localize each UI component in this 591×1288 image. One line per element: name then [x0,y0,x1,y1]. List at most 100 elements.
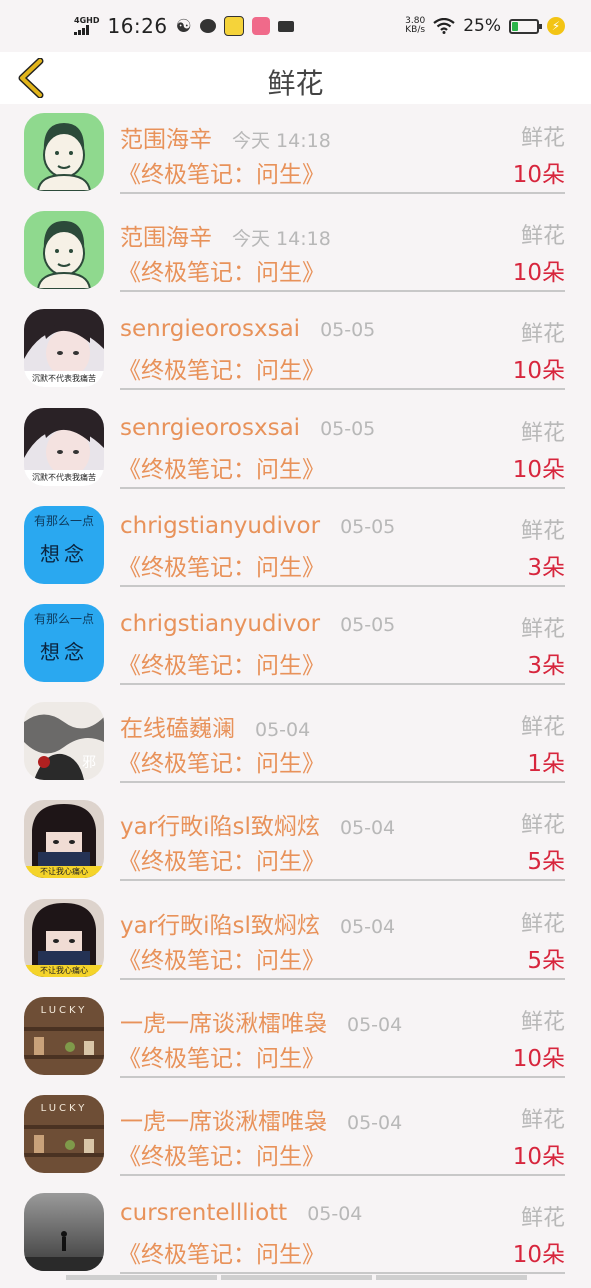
user-nickname[interactable]: senrgieorosxsai [120,316,300,342]
divider [120,584,565,587]
timestamp: 05-05 [340,515,396,538]
chat-bubble-icon [199,19,216,33]
flower-count: 10朵 [512,358,565,385]
gift-type: 鲜花 [520,715,565,741]
list-item[interactable]: 不让我心痛心 yar行畋i陷sl致焖炫 05-04 鲜花 《终极笔记：问生》 5… [0,896,591,994]
net-speed-unit: KB/s [405,25,426,35]
clock: 16:26 [107,14,168,38]
avatar-caption-main: 想念 [40,541,88,566]
user-nickname[interactable]: 范围海辛 [120,120,212,154]
timestamp: 05-04 [255,719,311,742]
book-title[interactable]: 《终极笔记：问生》 [118,155,325,189]
avatar[interactable]: 有那么一点 想念 [24,505,104,584]
avatar[interactable] [24,211,104,290]
list-item[interactable]: LUCKY 一虎一席谈湫檑唯袅 05-04 鲜花 《终极笔记：问生》 10朵 [0,1092,591,1190]
user-nickname[interactable]: 在线磕巍澜 [120,709,235,743]
avatar-caption: LUCKY [40,1004,88,1016]
timestamp: 05-04 [347,1111,403,1134]
timestamp: 05-04 [347,1013,403,1036]
flower-count: 10朵 [512,260,565,287]
item-header: 一虎一席谈湫檑唯袅 05-04 [120,1004,402,1038]
page-title: 鲜花 [267,67,324,100]
book-title[interactable]: 《终极笔记：问生》 [118,351,325,385]
gift-type: 鲜花 [520,1206,565,1232]
flower-count: 10朵 [512,1143,565,1170]
book-title[interactable]: 《终极笔记：问生》 [118,450,325,484]
signal-icon [74,25,89,35]
book-title[interactable]: 《终极笔记：问生》 [118,1137,325,1171]
gift-type: 鲜花 [520,224,565,250]
gift-type: 鲜花 [520,126,565,151]
item-header: 范围海辛 今天 14:18 [120,120,331,154]
user-nickname[interactable]: chrigstianyudivor [120,513,320,539]
avatar-caption-main: 想念 [40,639,88,664]
battery-percent: 25% [463,16,501,36]
list-item[interactable]: 邪 在线磕巍澜 05-04 鲜花 《终极笔记：问生》 1朵 [0,699,591,797]
avatar[interactable]: 有那么一点 想念 [24,603,104,682]
book-title[interactable]: 《终极笔记：问生》 [118,744,325,778]
network-indicator: 4GHD [74,17,99,35]
avatar[interactable]: 沉默不代表我痛苦 [24,309,104,388]
avatar[interactable]: 不让我心痛心 [24,800,104,879]
list-item[interactable]: 有那么一点 想念 chrigstianyudivor 05-05 鲜花 《终极笔… [0,601,591,699]
avatar-caption-top: 有那么一点 [33,611,94,626]
list-item[interactable]: 有那么一点 想念 chrigstianyudivor 05-05 鲜花 《终极笔… [0,503,591,601]
avatar[interactable]: 邪 [24,702,104,781]
book-title[interactable]: 《终极笔记：问生》 [118,1235,325,1269]
list-item[interactable]: 沉默不代表我痛苦 senrgieorosxsai 05-05 鲜花 《终极笔记：… [0,405,591,503]
book-title[interactable]: 《终极笔记：问生》 [118,1039,325,1073]
divider [120,388,565,391]
avatar-caption: 邪 [82,755,96,772]
list-item[interactable]: 范围海辛 今天 14:18 鲜花 《终极笔记：问生》 10朵 [0,208,591,306]
timestamp: 今天 14:18 [232,130,331,152]
item-header: 一虎一席谈湫檑唯袅 05-04 [120,1102,402,1136]
user-nickname[interactable]: cursrentellliott [120,1200,287,1226]
avatar[interactable]: 沉默不代表我痛苦 [24,407,104,486]
user-nickname[interactable]: senrgieorosxsai [120,415,300,441]
user-nickname[interactable]: 一虎一席谈湫檑唯袅 [120,1102,327,1136]
timestamp: 05-05 [320,417,376,440]
avatar[interactable]: LUCKY [24,1094,104,1173]
list-item[interactable]: LUCKY 一虎一席谈湫檑唯袅 05-04 鲜花 《终极笔记：问生》 10朵 [0,994,591,1092]
battery-icon [509,18,542,34]
book-title[interactable]: 《终极笔记：问生》 [118,253,325,287]
item-header: senrgieorosxsai 05-05 [120,316,375,342]
item-header: yar行畋i陷sl致焖炫 05-04 [120,807,395,841]
avatar[interactable] [24,1193,104,1272]
flower-count: 10朵 [512,456,565,483]
book-title[interactable]: 《终极笔记：问生》 [118,646,325,680]
flower-count: 1朵 [527,751,565,778]
avatar[interactable]: 不让我心痛心 [24,898,104,977]
avatar-caption: LUCKY [40,1102,88,1114]
title-bar: 鲜花 [0,52,591,104]
avatar-caption: 不让我心痛心 [40,965,88,975]
user-nickname[interactable]: yar行畋i陷sl致焖炫 [120,807,320,841]
item-header: cursrentellliott 05-04 [120,1200,362,1226]
user-nickname[interactable]: chrigstianyudivor [120,611,320,637]
gift-type: 鲜花 [520,322,565,348]
flower-count: 3朵 [527,554,565,581]
list-item[interactable]: 沉默不代表我痛苦 senrgieorosxsai 05-05 鲜花 《终极笔记：… [0,306,591,404]
avatar-caption: 不让我心痛心 [40,867,88,877]
list-item[interactable]: 范围海辛 今天 14:18 鲜花 《终极笔记：问生》 10朵 [0,110,591,208]
book-title[interactable]: 《终极笔记：问生》 [118,548,325,582]
flower-count: 10朵 [512,1045,565,1072]
flower-count: 10朵 [512,1242,565,1269]
avatar[interactable] [24,113,104,191]
book-title[interactable]: 《终极笔记：问生》 [118,842,325,876]
avatar[interactable]: LUCKY [24,996,104,1075]
user-nickname[interactable]: 一虎一席谈湫檑唯袅 [120,1004,327,1038]
gift-type: 鲜花 [520,518,565,544]
list-item[interactable]: 不让我心痛心 yar行畋i陷sl致焖炫 05-04 鲜花 《终极笔记：问生》 5… [0,797,591,895]
item-header: yar行畋i陷sl致焖炫 05-04 [120,906,395,940]
video-icon [277,20,294,32]
user-nickname[interactable]: yar行畋i陷sl致焖炫 [120,906,320,940]
user-nickname[interactable]: 范围海辛 [120,218,212,252]
network-label: 4GHD [74,16,100,25]
book-title[interactable]: 《终极笔记：问生》 [118,941,325,975]
divider [120,682,565,685]
wifi-icon [433,18,455,34]
app-icon-2 [251,17,270,35]
gift-type: 鲜花 [520,1107,565,1133]
list-item[interactable]: cursrentellliott 05-04 鲜花 《终极笔记：问生》 10朵 [0,1190,591,1288]
